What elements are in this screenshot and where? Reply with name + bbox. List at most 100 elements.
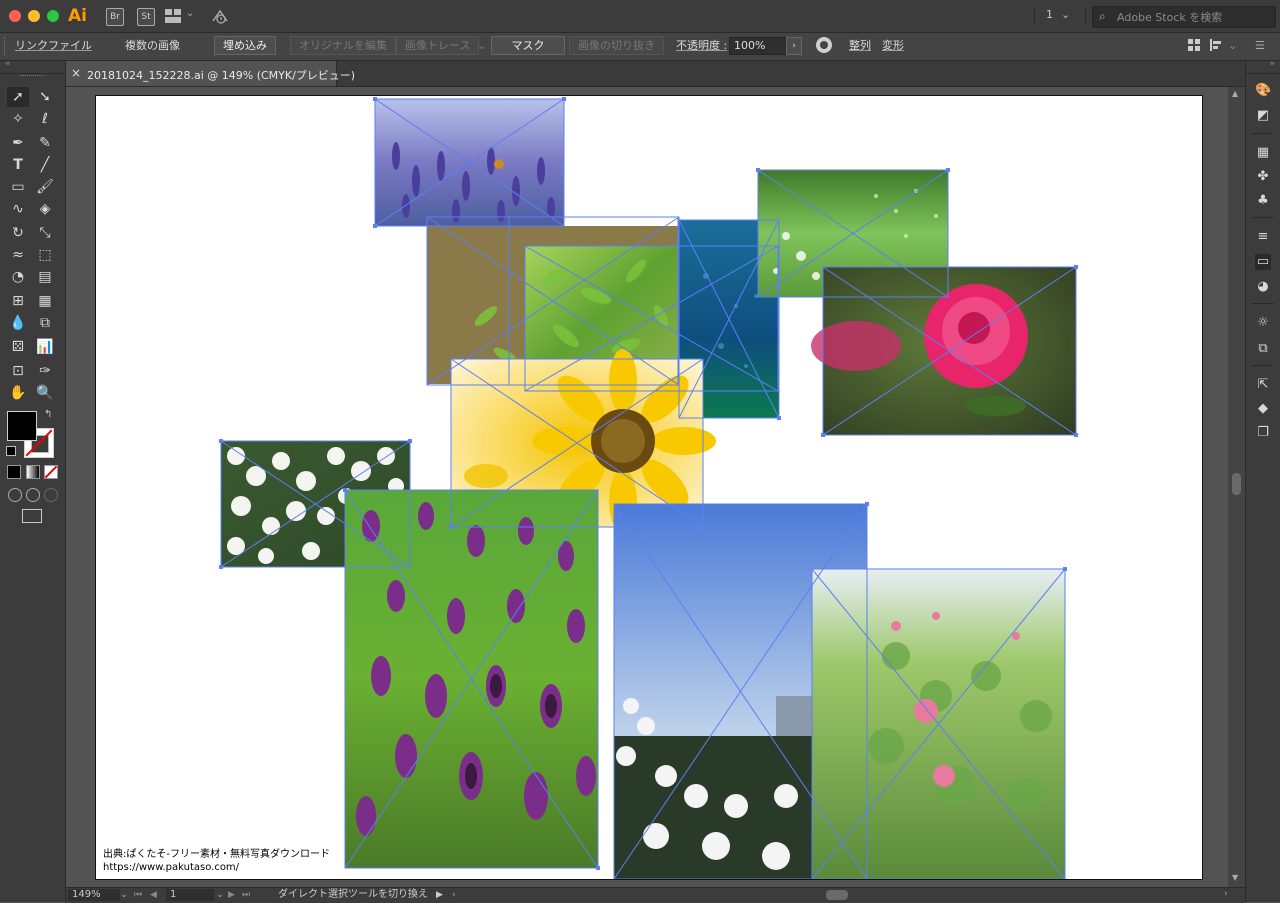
screen-mode-icon[interactable] bbox=[22, 509, 42, 523]
chevron-right-icon[interactable]: › bbox=[786, 37, 802, 55]
none-mode-icon[interactable] bbox=[44, 465, 58, 479]
line-tool-icon[interactable]: ╱ bbox=[34, 155, 56, 175]
adobe-stock-search[interactable]: ⌕ bbox=[1092, 6, 1276, 28]
color-mode-icon[interactable] bbox=[7, 465, 21, 479]
next-artboard-icon[interactable]: ▶ bbox=[228, 889, 235, 901]
chevron-down-icon[interactable]: ⌄ bbox=[186, 8, 194, 19]
vertical-scrollbar[interactable]: ▲ ▼ bbox=[1228, 87, 1245, 887]
transparency-icon[interactable]: ◕ bbox=[1255, 279, 1271, 295]
document-tab[interactable]: × 20181024_152228.ai @ 149% (CMYK/プレビュー) bbox=[65, 61, 355, 86]
isolate-grid-icon[interactable] bbox=[1188, 39, 1200, 51]
mesh-tool-icon[interactable]: ⊞ bbox=[7, 291, 29, 311]
magic-wand-tool-icon[interactable]: ✧ bbox=[7, 109, 29, 129]
canvas[interactable]: 出典:ぱくたそ-フリー素材・無料写真ダウンロード https://www.pak… bbox=[66, 87, 1226, 887]
perspective-grid-tool-icon[interactable]: ▤ bbox=[34, 267, 56, 287]
panel-menu-icon[interactable]: ☰ bbox=[1255, 38, 1265, 54]
image-trace-button[interactable]: 画像トレース bbox=[396, 36, 480, 55]
chevron-down-icon[interactable]: ⌄ bbox=[216, 889, 224, 901]
previous-artboard-icon[interactable]: ◀ bbox=[150, 889, 157, 901]
zoom-window-button[interactable] bbox=[47, 10, 59, 22]
chevron-down-icon[interactable]: ⌄ bbox=[120, 889, 128, 901]
selection-tool-icon[interactable]: ➚ bbox=[7, 87, 29, 107]
artboards-icon[interactable]: ❐ bbox=[1255, 425, 1271, 441]
transform-link[interactable]: 変形 bbox=[882, 38, 904, 54]
column-graph-tool-icon[interactable]: 📊 bbox=[34, 337, 56, 357]
fill-swatch[interactable] bbox=[7, 411, 37, 441]
graphic-styles-icon[interactable]: ⧉ bbox=[1255, 341, 1271, 357]
color-panel-icon[interactable]: ◩ bbox=[1255, 108, 1271, 124]
panel-grip[interactable] bbox=[20, 75, 44, 79]
chevron-left-icon[interactable]: ‹ bbox=[452, 889, 456, 901]
draw-behind-icon[interactable] bbox=[26, 488, 40, 502]
curvature-tool-icon[interactable]: ✎ bbox=[34, 133, 56, 153]
crop-image-button[interactable]: 画像の切り抜き bbox=[569, 36, 664, 55]
last-artboard-icon[interactable]: ⏭ bbox=[242, 889, 250, 901]
horizontal-scrollbar-thumb[interactable] bbox=[826, 890, 848, 900]
zoom-field[interactable]: 149% bbox=[68, 889, 120, 901]
zoom-tool-icon[interactable]: 🔍 bbox=[34, 383, 56, 403]
embed-button[interactable]: 埋め込み bbox=[214, 36, 276, 55]
draw-inside-icon[interactable] bbox=[44, 488, 58, 502]
gpu-performance-icon[interactable] bbox=[210, 7, 230, 25]
page-selector[interactable]: 1 ⌄ bbox=[1046, 8, 1070, 21]
free-transform-tool-icon[interactable]: ⬚ bbox=[34, 245, 56, 265]
slice-tool-icon[interactable]: ✑ bbox=[34, 361, 56, 381]
direct-selection-tool-icon[interactable]: ➘ bbox=[34, 87, 56, 107]
gradient-panel-icon[interactable]: ▭ bbox=[1255, 254, 1271, 270]
bridge-button[interactable]: Br bbox=[106, 8, 124, 26]
scroll-up-icon[interactable]: ▲ bbox=[1232, 89, 1238, 98]
align-to-icon[interactable] bbox=[1210, 39, 1222, 51]
draw-normal-icon[interactable] bbox=[8, 488, 22, 502]
artboard[interactable]: 出典:ぱくたそ-フリー素材・無料写真ダウンロード https://www.pak… bbox=[95, 95, 1203, 880]
pen-tool-icon[interactable]: ✒ bbox=[7, 133, 29, 153]
color-guide-icon[interactable]: 🎨 bbox=[1255, 83, 1271, 99]
panel-grip[interactable] bbox=[4, 37, 7, 55]
linked-file-link[interactable]: リンクファイル bbox=[15, 38, 92, 54]
eraser-tool-icon[interactable]: ◈ bbox=[34, 199, 56, 219]
rotate-tool-icon[interactable]: ↻ bbox=[7, 223, 29, 243]
paintbrush-tool-icon[interactable]: 🖌 bbox=[34, 177, 56, 197]
align-link[interactable]: 整列 bbox=[849, 38, 871, 54]
scale-tool-icon[interactable]: ⤡ bbox=[34, 223, 56, 243]
play-icon[interactable]: ▶ bbox=[436, 889, 443, 901]
symbol-sprayer-tool-icon[interactable]: ⚄ bbox=[7, 337, 29, 357]
collapse-icon[interactable]: « bbox=[5, 59, 11, 69]
close-window-button[interactable] bbox=[9, 10, 21, 22]
chevron-down-icon[interactable]: ⌄ bbox=[1228, 38, 1237, 54]
shaper-tool-icon[interactable]: ∿ bbox=[7, 199, 29, 219]
swap-fill-stroke-icon[interactable]: ↰ bbox=[44, 409, 52, 420]
lasso-tool-icon[interactable]: ℓ bbox=[34, 109, 56, 129]
pink-rose-photo[interactable] bbox=[811, 267, 1076, 435]
mask-button[interactable]: マスク bbox=[491, 36, 565, 55]
symbols-icon[interactable]: ♣ bbox=[1255, 193, 1271, 209]
stock-button[interactable]: St bbox=[137, 8, 155, 26]
swatches-icon[interactable]: ▦ bbox=[1255, 145, 1271, 161]
scrollbar-thumb[interactable] bbox=[1232, 473, 1241, 495]
opacity-label[interactable]: 不透明度 : bbox=[676, 38, 727, 54]
gradient-mode-icon[interactable] bbox=[26, 465, 40, 479]
artboard-tool-icon[interactable]: ⊡ bbox=[7, 361, 29, 381]
artboard-number-field[interactable]: 1 bbox=[166, 889, 214, 901]
minimize-window-button[interactable] bbox=[28, 10, 40, 22]
blend-tool-icon[interactable]: ⧉ bbox=[34, 313, 56, 333]
arrange-documents-icon[interactable] bbox=[165, 9, 181, 23]
brushes-icon[interactable]: ✤ bbox=[1255, 169, 1271, 185]
opacity-input[interactable]: 100% bbox=[729, 37, 793, 55]
rectangle-tool-icon[interactable]: ▭ bbox=[7, 177, 29, 197]
chevron-right-icon[interactable]: › bbox=[1224, 889, 1228, 899]
eyedropper-tool-icon[interactable]: 💧 bbox=[7, 313, 29, 333]
chevron-down-icon[interactable]: ⌄ bbox=[477, 38, 486, 54]
default-fill-stroke-icon[interactable] bbox=[6, 446, 16, 456]
gradient-tool-icon[interactable]: ▦ bbox=[34, 291, 56, 311]
scroll-down-icon[interactable]: ▼ bbox=[1232, 873, 1238, 882]
recolor-artwork-icon[interactable] bbox=[816, 37, 832, 53]
hand-tool-icon[interactable]: ✋ bbox=[7, 383, 29, 403]
layers-icon[interactable]: ◆ bbox=[1255, 401, 1271, 417]
appearance-icon[interactable]: ☼ bbox=[1255, 315, 1271, 331]
close-icon[interactable]: × bbox=[71, 66, 81, 80]
first-artboard-icon[interactable]: ⏮ bbox=[134, 889, 142, 901]
type-tool-icon[interactable]: T bbox=[7, 155, 29, 175]
width-tool-icon[interactable]: ≈ bbox=[7, 245, 29, 265]
stroke-panel-icon[interactable]: ≡ bbox=[1255, 229, 1271, 245]
expand-panels-icon[interactable]: » bbox=[1269, 59, 1275, 69]
